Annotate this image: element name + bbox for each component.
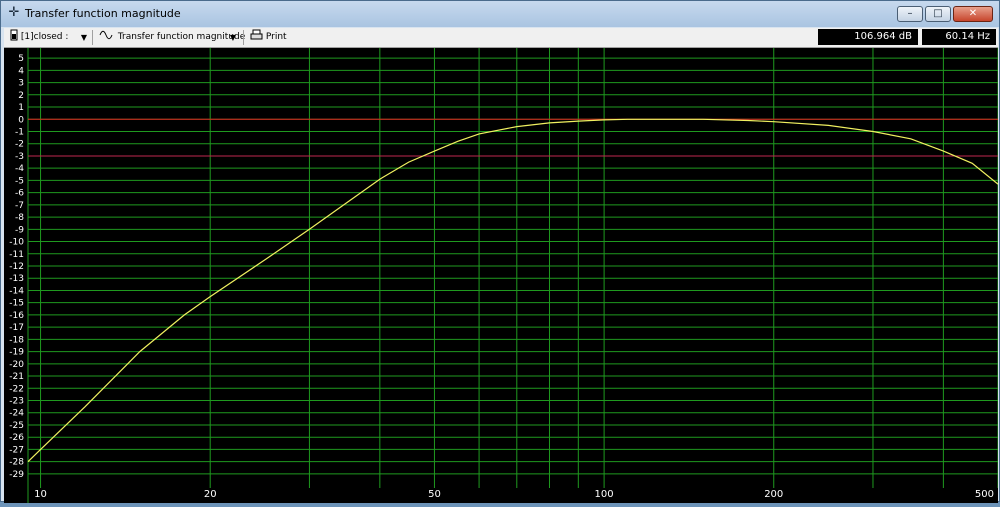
- print-button[interactable]: Print: [250, 28, 287, 47]
- title-bar[interactable]: ✛ Transfer function magnitude – □ ✕: [1, 1, 999, 27]
- source-selector[interactable]: [1]closed :: [10, 28, 68, 47]
- transfer-function-window: ✛ Transfer function magnitude – □ ✕ [1]c…: [0, 0, 1000, 503]
- close-button[interactable]: ✕: [953, 6, 993, 22]
- y-tick-label: -2: [15, 140, 24, 150]
- mode-selector[interactable]: Transfer function magnitude: [99, 28, 245, 47]
- y-tick-label: -21: [9, 372, 24, 382]
- y-tick-label: -8: [15, 213, 24, 223]
- x-tick-label: 20: [204, 489, 217, 500]
- toolbar: [1]closed : ▼ Transfer function magnitud…: [4, 28, 998, 48]
- y-tick-label: -22: [9, 384, 24, 394]
- y-tick-label: 0: [18, 115, 24, 125]
- x-tick-label: 50: [428, 489, 441, 500]
- y-tick-label: -28: [9, 458, 24, 468]
- toolbar-divider: [243, 30, 244, 45]
- y-tick-label: -25: [9, 421, 24, 431]
- plot-area[interactable]: 5 4 3 2 1 0 -1 -2 -3 -4 -5 -6 -7 -8 -9 -10 -11 -12 -13 -14-…: [4, 48, 999, 503]
- y-tick-label: -3: [15, 152, 24, 162]
- x-tick-label: 500: [975, 489, 994, 500]
- y-tick-label: 1: [18, 103, 24, 113]
- print-label: Print: [265, 32, 287, 42]
- window-controls: – □ ✕: [897, 6, 993, 24]
- y-tick-label: -9: [15, 225, 24, 235]
- x-tick-label: 100: [595, 489, 614, 500]
- y-tick-label: -6: [15, 189, 24, 199]
- y-tick-label: -23: [9, 397, 24, 407]
- crosshair-icon: ✛: [8, 5, 20, 20]
- y-tick-label: -13: [9, 274, 24, 284]
- y-tick-label: 2: [18, 91, 24, 101]
- transfer-function-chart[interactable]: 543210-1-2-3-4-5-6-7-8-9-10-11-12-13-14-…: [4, 48, 999, 503]
- y-tick-label: -11: [9, 250, 24, 260]
- y-tick-label: -14: [9, 286, 24, 296]
- y-tick-label: -7: [15, 201, 24, 211]
- printer-icon: [250, 29, 263, 40]
- y-tick-label: -4: [15, 164, 24, 174]
- window-title: Transfer function magnitude: [25, 7, 181, 20]
- level-readout: 106.964 dB: [818, 29, 918, 45]
- y-tick-label: -26: [9, 433, 24, 443]
- toolbar-divider: [92, 30, 93, 45]
- y-tick-label: -20: [9, 360, 24, 370]
- y-tick-label: -16: [9, 311, 24, 321]
- mode-dropdown-arrow[interactable]: ▼: [226, 28, 240, 47]
- source-dropdown-arrow[interactable]: ▼: [77, 28, 91, 47]
- source-label: [1]closed :: [20, 32, 69, 42]
- x-tick-label: 200: [764, 489, 783, 500]
- y-tick-label: -10: [9, 238, 24, 248]
- y-tick-label: 3: [18, 79, 24, 89]
- y-tick-label: 5: [18, 54, 24, 64]
- battery-icon: [10, 29, 18, 41]
- y-tick-label: -15: [9, 299, 24, 309]
- y-tick-label: -29: [9, 470, 24, 480]
- y-tick-label: -27: [9, 445, 24, 455]
- y-tick-label: -1: [15, 127, 24, 137]
- y-tick-label: -5: [15, 176, 24, 186]
- y-tick-label: -19: [9, 348, 24, 358]
- y-tick-label: -12: [9, 262, 24, 272]
- y-tick-label: 4: [18, 66, 24, 76]
- sine-wave-icon: [99, 30, 113, 40]
- frequency-readout: 60.14 Hz: [922, 29, 996, 45]
- plot-background: [4, 48, 998, 503]
- y-tick-label: -18: [9, 335, 24, 345]
- y-tick-label: -24: [9, 409, 24, 419]
- x-tick-label: 10: [34, 489, 47, 500]
- y-tick-label: -17: [9, 323, 24, 333]
- maximize-button[interactable]: □: [925, 6, 951, 22]
- minimize-button[interactable]: –: [897, 6, 923, 22]
